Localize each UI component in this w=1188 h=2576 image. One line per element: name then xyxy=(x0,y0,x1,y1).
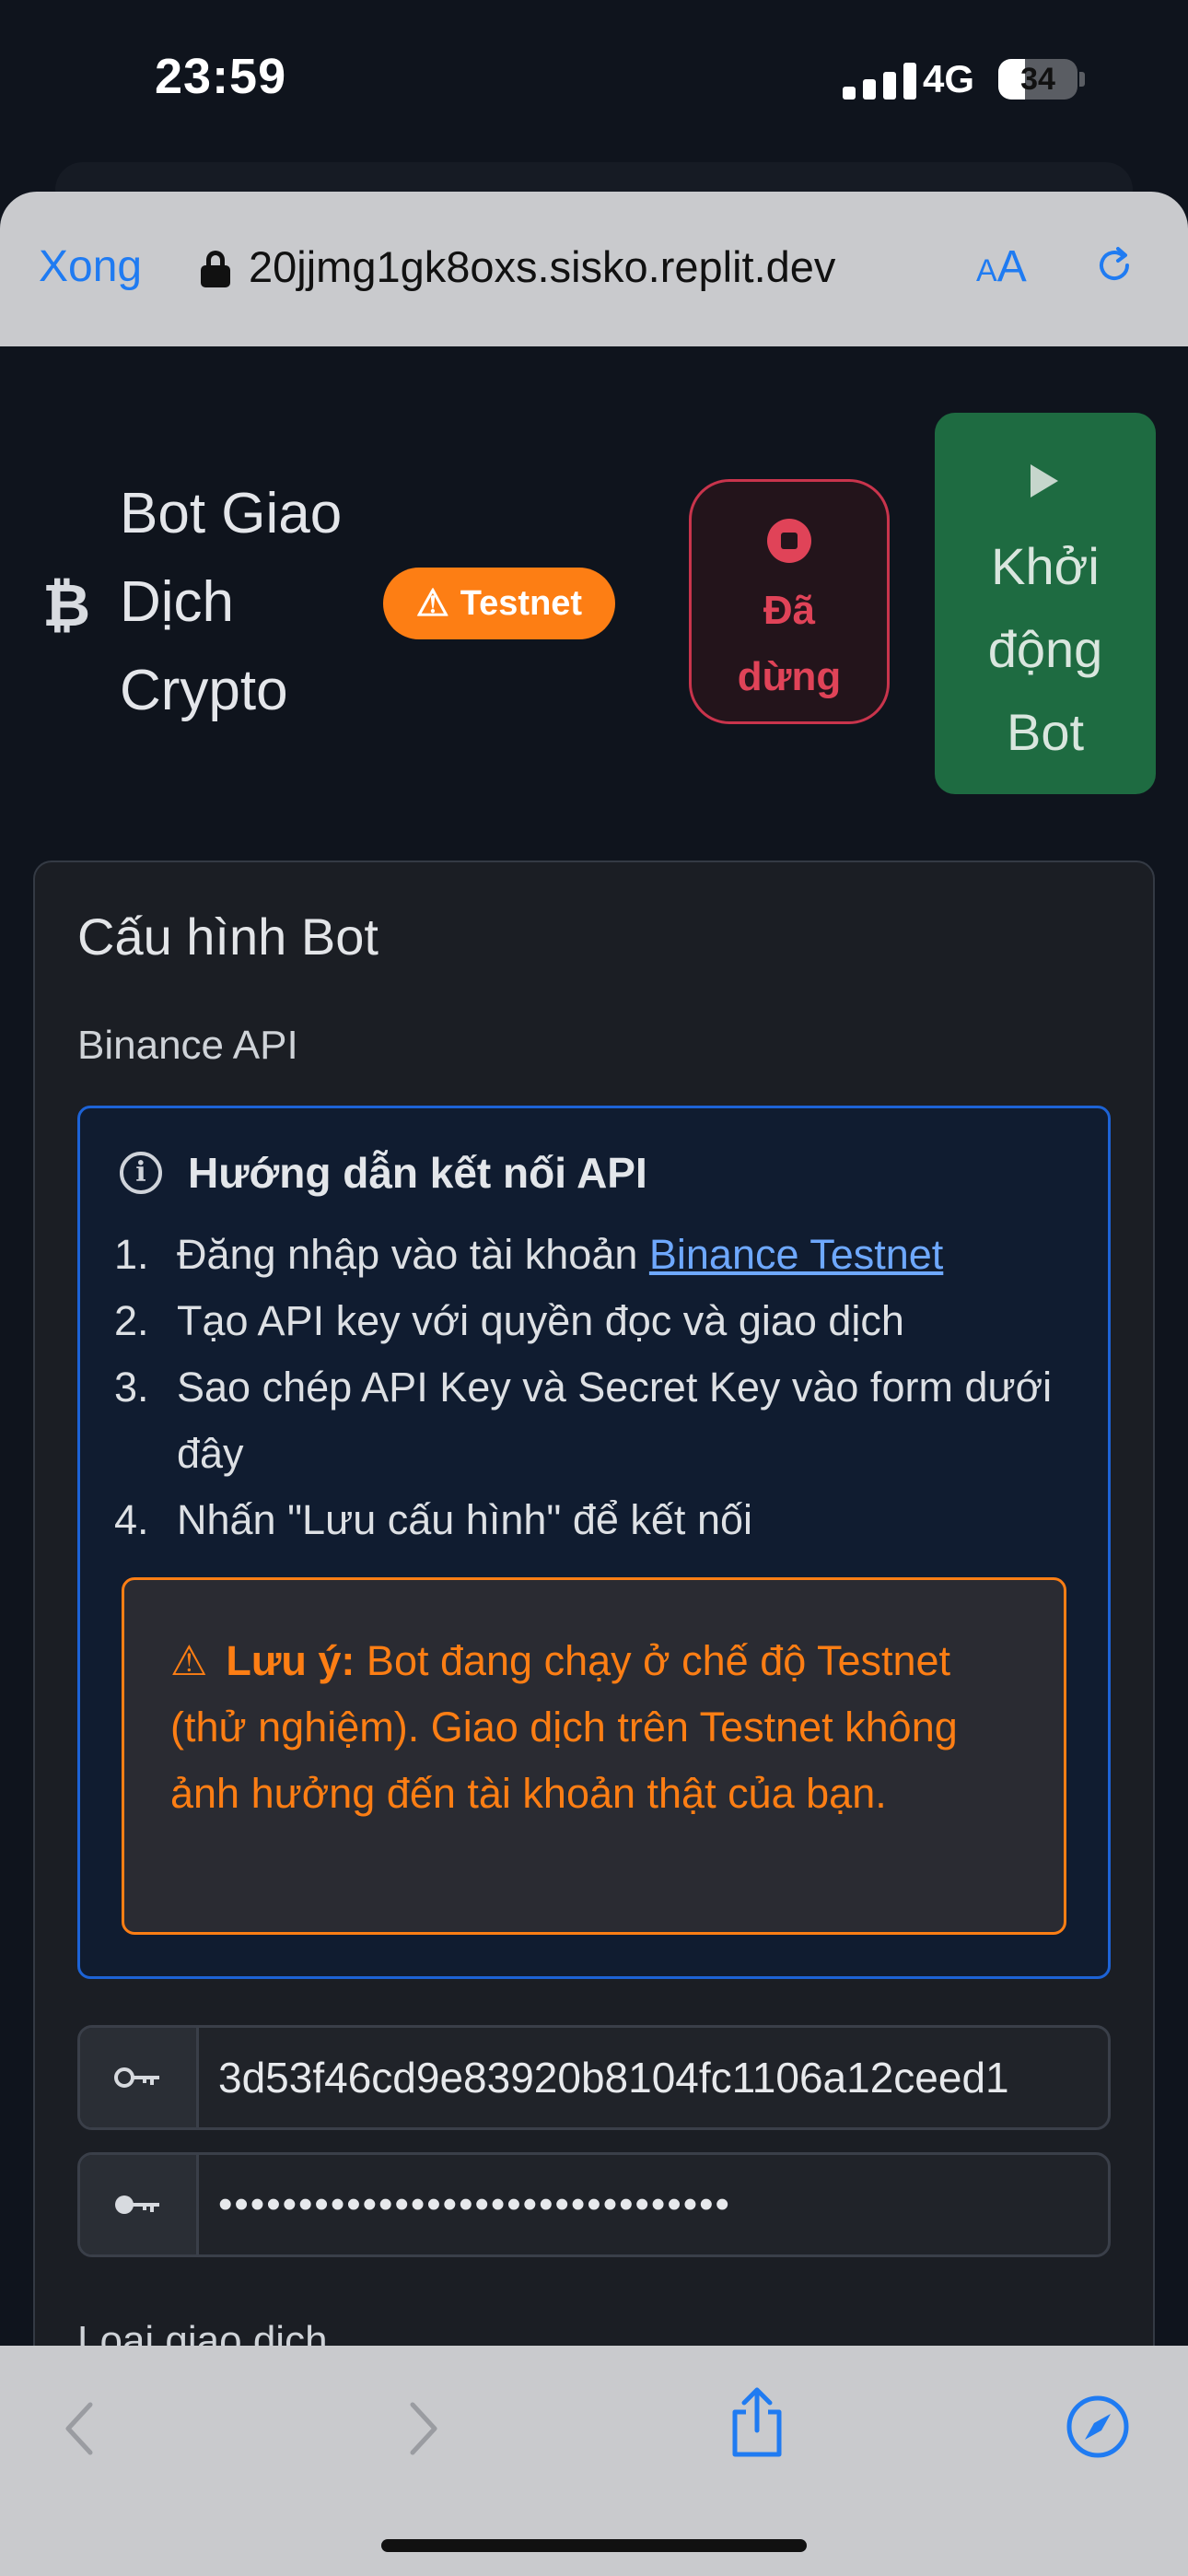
battery-icon: 34 xyxy=(998,59,1077,100)
done-button[interactable]: Xong xyxy=(39,241,142,292)
forward-icon[interactable] xyxy=(405,2399,442,2458)
reload-icon[interactable] xyxy=(1092,243,1136,287)
share-icon[interactable] xyxy=(728,2384,786,2458)
home-indicator xyxy=(381,2539,807,2552)
info-icon: i xyxy=(120,1152,162,1194)
warning-icon: ⚠ xyxy=(415,583,449,624)
stop-icon xyxy=(767,519,811,563)
address-bar[interactable]: 20jjmg1gk8oxs.sisko.replit.dev xyxy=(249,241,835,292)
battery-level: 34 xyxy=(1020,62,1055,97)
status-bar: 23:59 4G 34 xyxy=(0,0,1188,166)
key-icon xyxy=(80,2155,199,2254)
testnet-warning: ⚠ Lưu ý: Bot đang chạy ở chế độ Testnet (… xyxy=(122,1577,1066,1935)
app-title: Bot Giao Dịch Crypto xyxy=(120,482,343,722)
bot-status-stopped: Đã dừng xyxy=(689,479,890,724)
testnet-badge: ⚠ Testnet xyxy=(383,568,615,639)
list-item: 3. Sao chép API Key và Secret Key vào for… xyxy=(114,1364,1053,1477)
compass-icon[interactable] xyxy=(1065,2394,1131,2460)
binance-testnet-link[interactable]: Binance Testnet xyxy=(649,1231,943,1278)
binance-api-label: Binance API xyxy=(77,1023,298,1068)
api-key-input[interactable] xyxy=(200,2028,1108,2127)
list-item: 2. Tạo API key với quyền đọc và giao dịch xyxy=(114,1297,904,1344)
list-item: 4. Nhấn "Lưu cấu hình" để kết nối xyxy=(114,1496,752,1543)
start-bot-button[interactable]: Khởi động Bot xyxy=(935,413,1156,794)
status-time: 23:59 xyxy=(155,49,287,104)
bitcoin-icon: ₿ xyxy=(42,572,91,638)
lock-icon xyxy=(201,251,230,287)
api-key-group xyxy=(77,2025,1111,2130)
text-size-button[interactable]: AA xyxy=(976,241,1027,292)
network-type: 4G xyxy=(923,57,975,100)
secret-key-input[interactable] xyxy=(200,2155,1108,2254)
api-guide-steps: 1. Đăng nhập vào tài khoản Binance Testne… xyxy=(114,1222,1090,1553)
back-icon[interactable] xyxy=(61,2399,98,2458)
config-title: Cấu hình Bot xyxy=(77,907,379,966)
warning-icon: ⚠ xyxy=(170,1637,208,1684)
list-item: 1. Đăng nhập vào tài khoản Binance Testne… xyxy=(114,1231,944,1278)
signal-icon xyxy=(843,63,920,100)
play-icon xyxy=(1031,464,1058,498)
secret-key-group xyxy=(77,2152,1111,2257)
key-icon xyxy=(80,2028,199,2127)
api-guide-title: Hướng dẫn kết nối API xyxy=(188,1149,647,1197)
